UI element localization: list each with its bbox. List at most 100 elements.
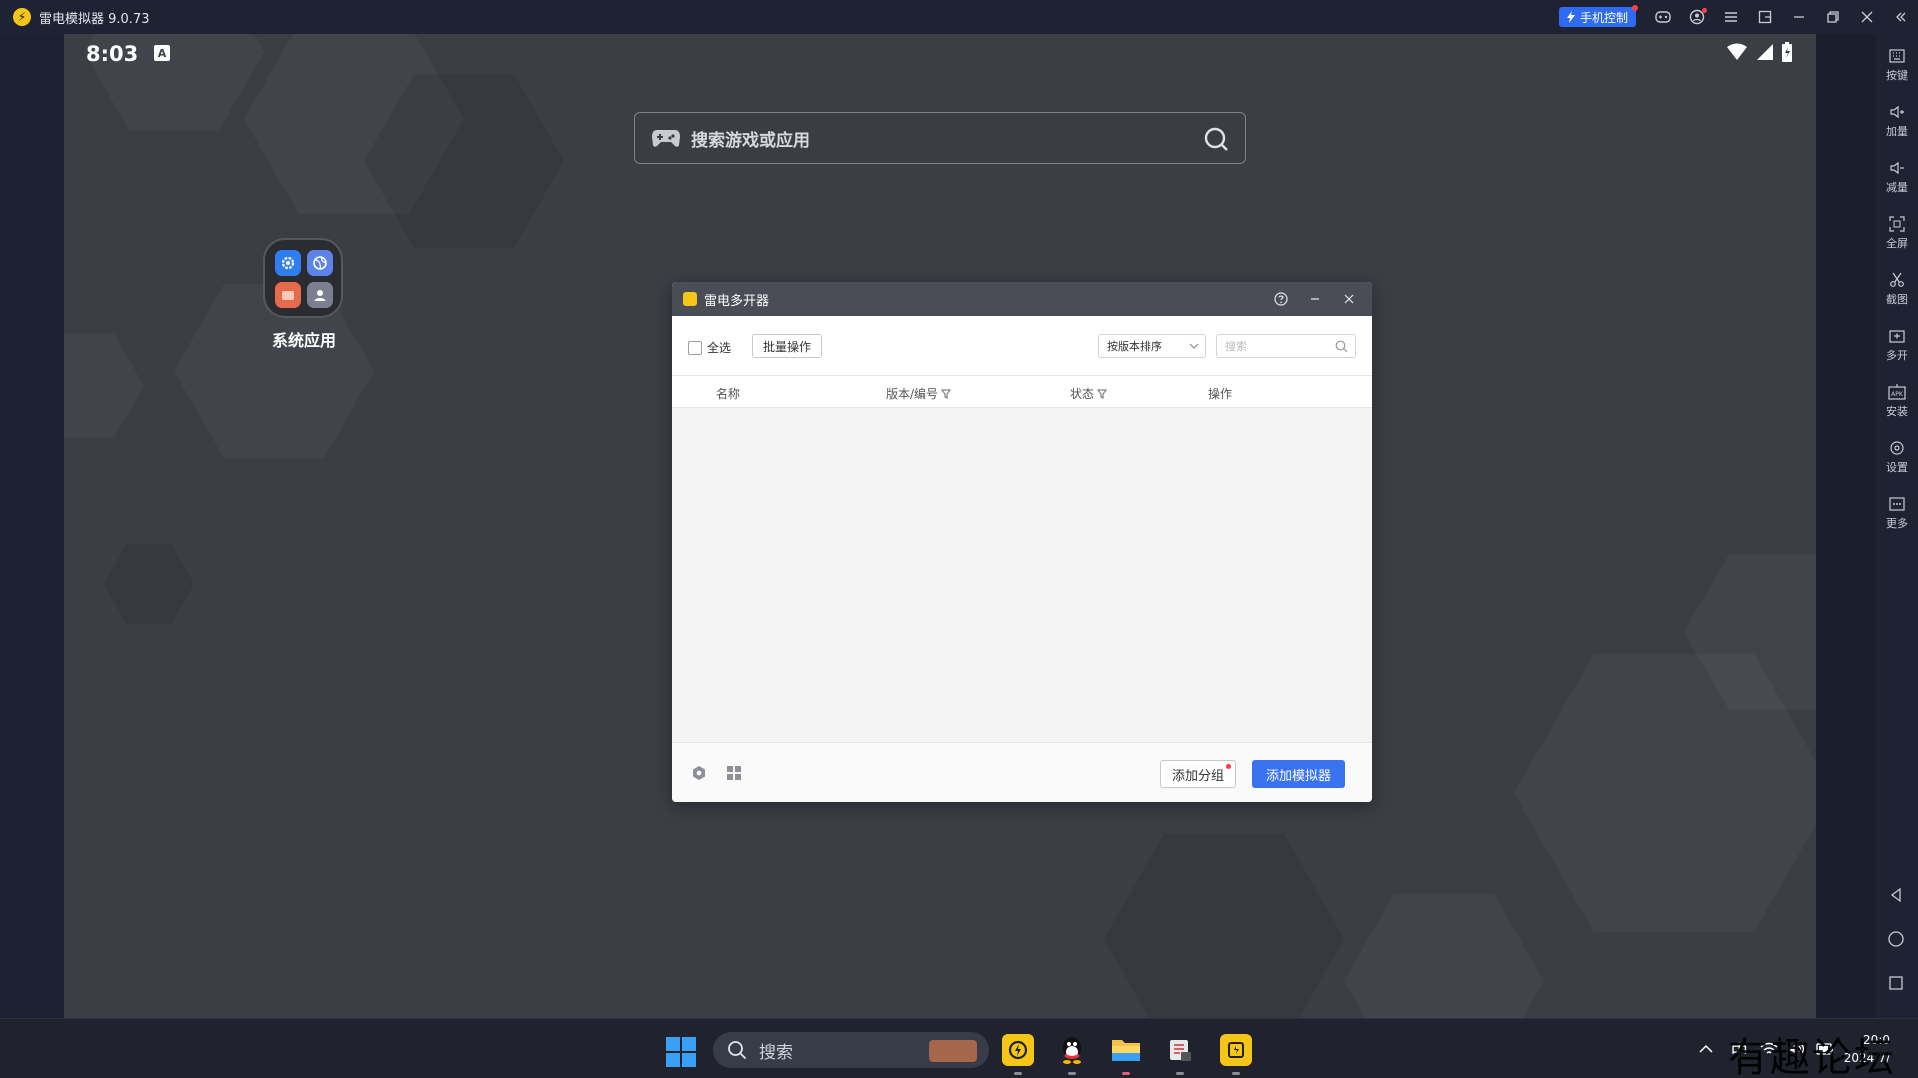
- help-icon: [1274, 292, 1288, 306]
- system-apps-folder[interactable]: [263, 238, 343, 318]
- fullscreen-button[interactable]: 全屏: [1876, 216, 1918, 251]
- multi-instance-icon: [1889, 330, 1905, 343]
- account-button[interactable]: [1680, 0, 1714, 34]
- add-group-label: 添加分组: [1172, 768, 1225, 784]
- folder-label: 系统应用: [271, 331, 336, 350]
- instance-search-placeholder: 搜索: [1225, 340, 1247, 353]
- window-mode-button[interactable]: [1748, 0, 1782, 34]
- column-actions: 操作: [1208, 385, 1232, 402]
- column-version[interactable]: 版本/编号: [886, 385, 952, 402]
- table-header: 名称 版本/编号 状态 操作: [672, 376, 1372, 408]
- gear-icon: [1890, 441, 1904, 455]
- volume-down-icon: [1890, 161, 1904, 175]
- notification-dot: [1226, 764, 1232, 769]
- windows-start-icon[interactable]: [666, 1037, 696, 1067]
- chevron-up-icon[interactable]: [1699, 1044, 1713, 1054]
- app-taskbar-icon[interactable]: [1164, 1034, 1196, 1075]
- file-explorer-taskbar-icon[interactable]: [1110, 1034, 1142, 1075]
- keymap-label: 按键: [1886, 69, 1908, 82]
- qq-taskbar-icon[interactable]: [1056, 1034, 1088, 1075]
- ldplayer-taskbar-icon[interactable]: [1002, 1034, 1034, 1075]
- collapse-sidebar-button[interactable]: [1884, 0, 1918, 34]
- window-mode-icon: [1758, 10, 1772, 24]
- dialog-toolbar: 全选 批量操作 按版本排序 搜索: [672, 316, 1372, 376]
- help-button[interactable]: [1264, 282, 1298, 316]
- android-screen: 8:03 A 搜索游戏或应用 系统应用 雷电多开器 全选 批量操作 按版本排序 …: [64, 34, 1816, 1018]
- phone-control-button[interactable]: 手机控制: [1558, 5, 1638, 27]
- volume-up-button[interactable]: 加量: [1876, 104, 1918, 139]
- recents-icon[interactable]: [1887, 974, 1905, 992]
- settings-app-icon: [275, 250, 301, 276]
- close-icon: [1344, 294, 1354, 304]
- left-border: [0, 34, 64, 1018]
- settings-icon[interactable]: [691, 765, 707, 781]
- batch-operation-button[interactable]: 批量操作: [752, 334, 823, 358]
- back-icon[interactable]: [1887, 886, 1905, 904]
- column-name: 名称: [716, 385, 740, 402]
- filter-icon[interactable]: [1097, 389, 1108, 399]
- hex-decoration: [64, 334, 144, 438]
- volume-down-button[interactable]: 减量: [1876, 160, 1918, 195]
- gamepad-icon: [1655, 11, 1671, 23]
- app-logo-icon: ⚡: [13, 8, 31, 26]
- taskbar-search-label: 搜索: [759, 1042, 793, 1063]
- dialog-minimize-button[interactable]: [1298, 282, 1332, 316]
- multi-instance-button[interactable]: 多开: [1876, 328, 1918, 363]
- lightning-icon: [1566, 11, 1575, 23]
- dialog-close-button[interactable]: [1332, 282, 1366, 316]
- keymap-button[interactable]: 按键: [1876, 48, 1918, 83]
- column-status[interactable]: 状态: [1070, 385, 1108, 402]
- restore-button[interactable]: [1816, 0, 1850, 34]
- settings-button[interactable]: 设置: [1876, 440, 1918, 475]
- gamepad-icon: [652, 130, 680, 147]
- gamepad-button[interactable]: [1646, 0, 1680, 34]
- app-search-bar[interactable]: 搜索游戏或应用: [634, 112, 1246, 164]
- notification-dot: [1702, 8, 1707, 13]
- notification-dot: [1632, 5, 1638, 11]
- grid-view-icon[interactable]: [727, 766, 741, 780]
- search-icon[interactable]: [1335, 340, 1348, 353]
- browser-app-icon: [307, 250, 333, 276]
- install-label: 安装: [1886, 405, 1908, 418]
- add-emulator-button[interactable]: 添加模拟器: [1252, 760, 1346, 788]
- status-indicator: A: [154, 45, 170, 61]
- multi-instance-taskbar-icon[interactable]: [1220, 1034, 1252, 1075]
- sort-dropdown[interactable]: 按版本排序: [1098, 334, 1206, 358]
- signal-icon: [1757, 44, 1773, 60]
- install-apk-button[interactable]: APK 安装: [1876, 384, 1918, 419]
- window-title: 雷电模拟器 9.0.73: [39, 11, 150, 27]
- title-bar: ⚡ 雷电模拟器 9.0.73 手机控制: [0, 0, 1918, 34]
- double-chevron-left-icon: [1896, 12, 1906, 22]
- more-button[interactable]: 更多: [1876, 496, 1918, 531]
- fullscreen-label: 全屏: [1886, 237, 1908, 250]
- search-highlight-image: [929, 1040, 977, 1062]
- apk-icon: APK: [1888, 384, 1906, 400]
- search-placeholder: 搜索游戏或应用: [691, 130, 810, 151]
- hex-decoration: [104, 544, 194, 624]
- status-time: 8:03: [86, 42, 139, 66]
- minimize-button[interactable]: [1782, 0, 1816, 34]
- add-group-button[interactable]: 添加分组: [1160, 760, 1237, 788]
- minimize-icon: [1311, 298, 1319, 300]
- column-version-label: 版本/编号: [886, 387, 939, 401]
- checkbox-box[interactable]: [688, 340, 702, 355]
- select-all-checkbox[interactable]: 全选: [688, 339, 731, 356]
- taskbar-search[interactable]: 搜索: [713, 1032, 989, 1068]
- gallery-app-icon: [275, 282, 301, 308]
- close-button[interactable]: [1850, 0, 1884, 34]
- wifi-icon: [1727, 43, 1747, 60]
- windows-taskbar: 搜索 中 20:0 2024/7/ 有趣论坛: [0, 1018, 1918, 1078]
- keyboard-icon: [1889, 49, 1905, 63]
- column-name-label: 名称: [716, 387, 741, 401]
- filter-icon[interactable]: [941, 389, 952, 399]
- search-icon[interactable]: [1203, 126, 1229, 152]
- chevron-down-icon: [1189, 343, 1199, 349]
- home-icon[interactable]: [1887, 930, 1905, 948]
- search-icon: [728, 1041, 747, 1060]
- right-toolbar: 按键 加量 减量 全屏 截图 多开 APK 安装 设置 更多: [1876, 34, 1918, 1018]
- screenshot-button[interactable]: 截图: [1876, 272, 1918, 307]
- fullscreen-icon: [1889, 216, 1905, 232]
- hamburger-icon: [1725, 12, 1737, 22]
- menu-button[interactable]: [1714, 0, 1748, 34]
- instance-search-input[interactable]: 搜索: [1216, 334, 1356, 358]
